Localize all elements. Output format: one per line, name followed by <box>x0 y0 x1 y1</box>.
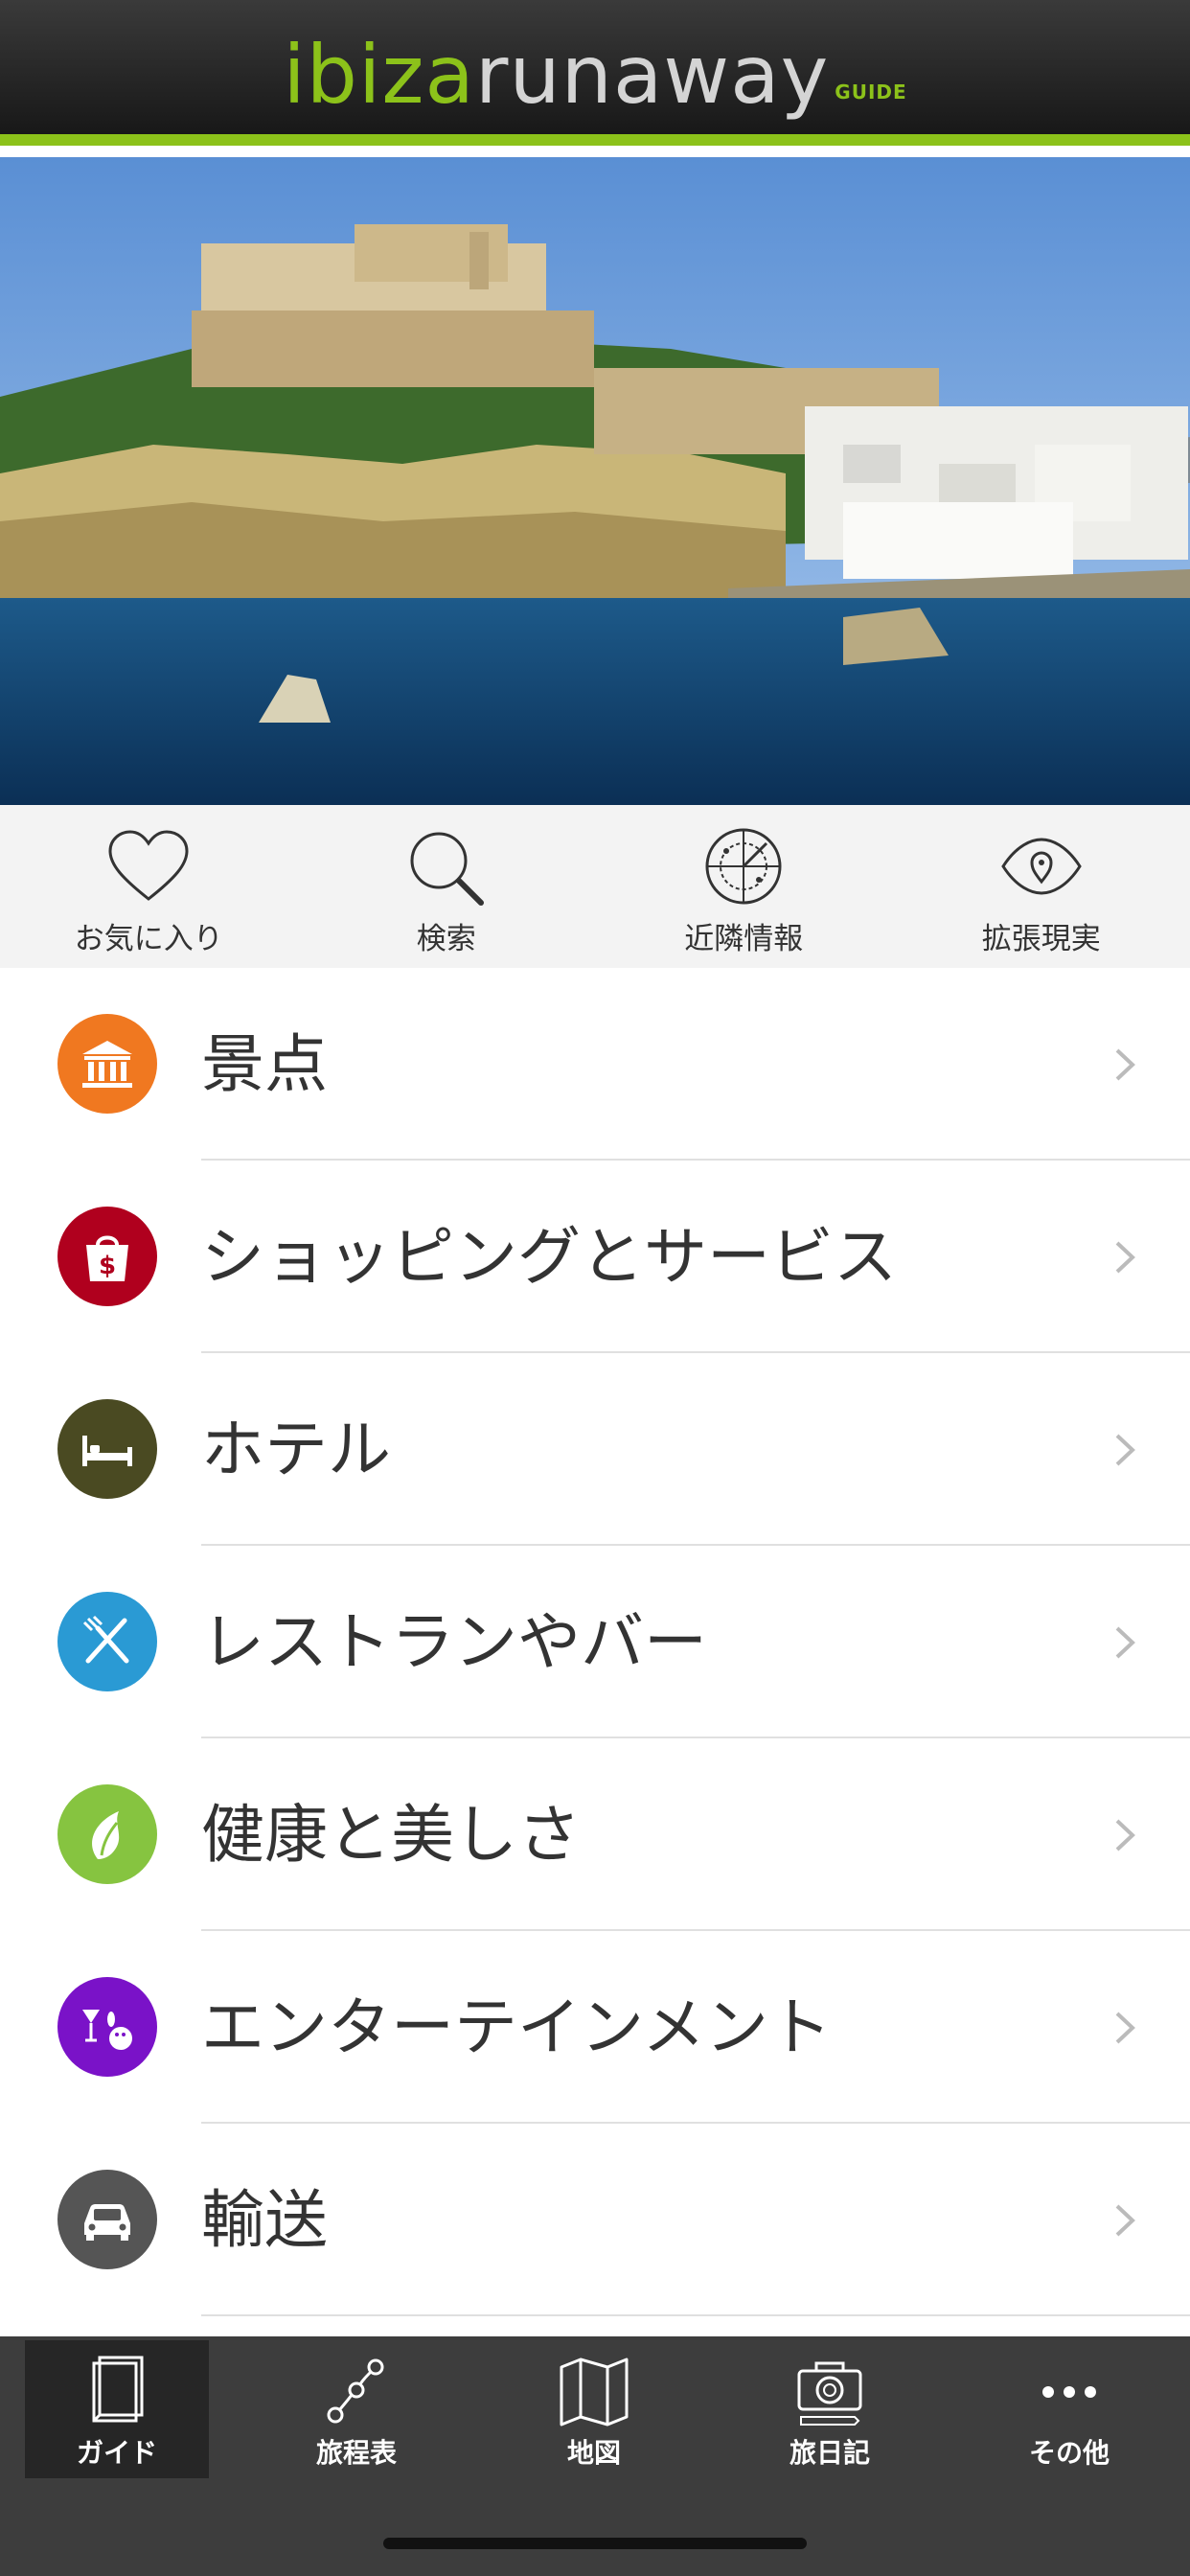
tab-map[interactable]: 地図 <box>502 2340 686 2478</box>
logo-ibiza: ibiza <box>283 28 475 122</box>
quick-actions-bar: お気に入り 検索 近隣情報 拡張現実 <box>0 805 1190 968</box>
category-label: エンターテインメント <box>201 1990 833 2064</box>
landmark-icon <box>57 1014 157 1114</box>
category-list: 景点 $ ショッピングとサービス ホテル レストランやバー 健康と美しさ エンタ… <box>0 968 1190 2316</box>
category-row-hotels[interactable]: ホテル <box>0 1353 1190 1546</box>
svg-text:$: $ <box>99 1252 116 1280</box>
camera-icon <box>797 2361 862 2426</box>
category-row-restaurants[interactable]: レストランやバー <box>0 1546 1190 1738</box>
chevron-right-icon <box>1115 2204 1135 2237</box>
more-icon <box>1042 2386 1096 2398</box>
category-row-shopping[interactable]: $ ショッピングとサービス <box>0 1161 1190 1353</box>
tab-guide-label: ガイド <box>76 2437 157 2469</box>
tab-map-label: 地図 <box>566 2437 621 2469</box>
tab-guide[interactable]: ガイド <box>25 2340 209 2478</box>
chevron-right-icon <box>1115 1626 1135 1659</box>
tab-travel-diary-label: 旅日記 <box>789 2437 870 2469</box>
row-divider <box>201 2314 1190 2316</box>
bed-icon <box>57 1399 157 1499</box>
radar-icon <box>705 828 782 905</box>
logo-guide-tag: GUIDE <box>835 80 907 104</box>
category-label: ホテル <box>201 1413 391 1486</box>
heart-icon <box>108 830 189 901</box>
tab-itinerary[interactable]: 旅程表 <box>264 2340 448 2478</box>
category-row-sights[interactable]: 景点 <box>0 968 1190 1161</box>
favorites-label: お気に入り <box>74 922 223 956</box>
tab-travel-diary[interactable]: 旅日記 <box>738 2340 922 2478</box>
chevron-right-icon <box>1115 2012 1135 2044</box>
category-row-transport[interactable]: 輸送 <box>0 2124 1190 2316</box>
tab-more[interactable]: その他 <box>977 2340 1161 2478</box>
category-label: レストランやバー <box>201 1605 707 1679</box>
chevron-right-icon <box>1115 1048 1135 1081</box>
tab-more-label: その他 <box>1028 2437 1110 2469</box>
app-logo: ibizarunaway GUIDE <box>0 27 1190 123</box>
hero-image <box>0 157 1190 805</box>
guide-book-icon <box>92 2356 144 2423</box>
favorites-button[interactable]: お気に入り <box>0 805 298 968</box>
chevron-right-icon <box>1115 1434 1135 1466</box>
entertainment-icon <box>57 1977 157 2077</box>
chevron-right-icon <box>1115 1819 1135 1852</box>
chevron-right-icon <box>1115 1241 1135 1274</box>
category-label: 景点 <box>201 1027 328 1101</box>
augmented-reality-label: 拡張現実 <box>981 922 1101 956</box>
route-icon <box>327 2358 384 2424</box>
tab-itinerary-label: 旅程表 <box>315 2437 397 2469</box>
logo-runaway: runaway <box>474 28 830 122</box>
category-row-health-beauty[interactable]: 健康と美しさ <box>0 1738 1190 1931</box>
leaf-icon <box>57 1784 157 1884</box>
app-header: ibizarunaway GUIDE <box>0 0 1190 146</box>
bottom-tab-bar: ガイド 旅程表 地図 旅日記 その他 <box>0 2336 1190 2576</box>
car-icon <box>57 2170 157 2269</box>
category-label: 輸送 <box>201 2183 328 2257</box>
fork-knife-icon <box>57 1592 157 1691</box>
home-indicator <box>383 2538 807 2549</box>
eye-pin-icon <box>1000 838 1082 895</box>
nearby-button[interactable]: 近隣情報 <box>595 805 893 968</box>
header-accent-bar <box>0 134 1190 146</box>
category-label: ショッピングとサービス <box>201 1220 897 1294</box>
augmented-reality-button[interactable]: 拡張現実 <box>893 805 1190 968</box>
search-button[interactable]: 検索 <box>298 805 596 968</box>
nearby-label: 近隣情報 <box>684 922 804 956</box>
category-label: 健康と美しさ <box>201 1798 581 1872</box>
search-icon <box>410 832 484 906</box>
search-label: 検索 <box>416 922 476 956</box>
map-icon <box>560 2358 629 2426</box>
shopping-bag-icon: $ <box>57 1207 157 1306</box>
category-row-entertainment[interactable]: エンターテインメント <box>0 1931 1190 2124</box>
